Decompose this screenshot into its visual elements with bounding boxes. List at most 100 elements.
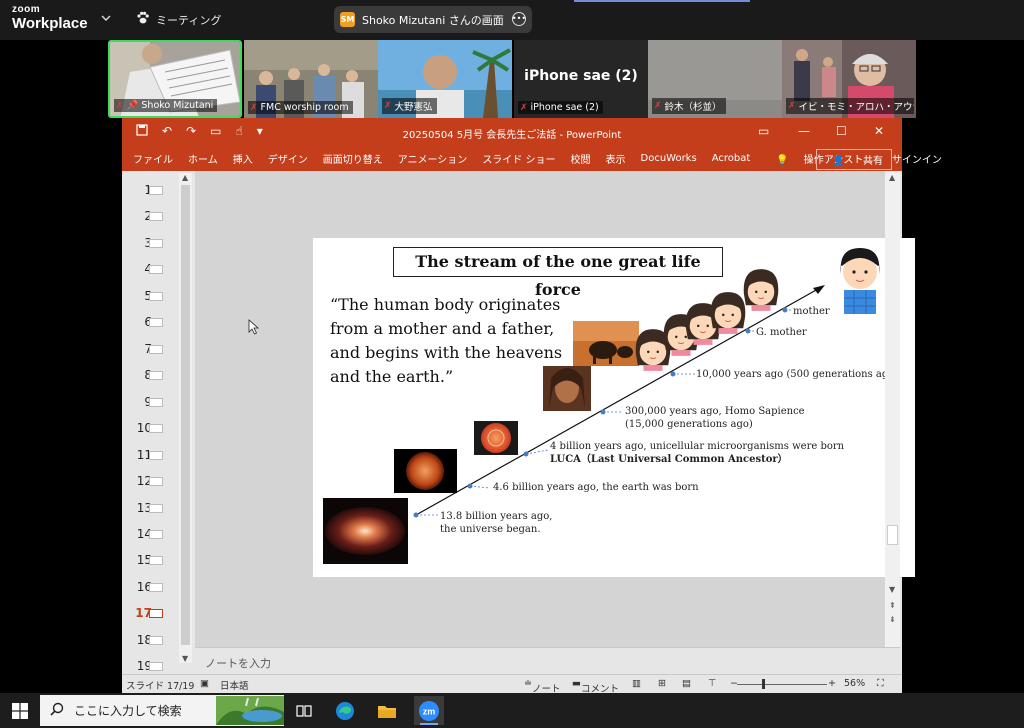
participant-tile[interactable]: ✗ FMC worship room bbox=[244, 40, 378, 118]
language-indicator[interactable]: 日本語 bbox=[220, 678, 249, 692]
slide-thumbnail[interactable]: 7 bbox=[122, 340, 182, 358]
spellcheck-icon[interactable]: ▣ bbox=[200, 678, 209, 689]
windows-start-icon[interactable] bbox=[5, 696, 35, 725]
slide-thumbnail[interactable]: 9 bbox=[122, 393, 182, 411]
scroll-up-icon[interactable]: ▲ bbox=[182, 173, 188, 182]
share-button[interactable]: 👤 共有 bbox=[816, 149, 892, 170]
slide-thumbnail-preview bbox=[149, 398, 163, 407]
timeline-graphic bbox=[323, 243, 888, 564]
scroll-up-icon[interactable]: ▲ bbox=[889, 173, 895, 182]
slide-thumbnail[interactable]: 3 bbox=[122, 234, 182, 252]
slide-sorter-icon[interactable]: ⊞ bbox=[658, 678, 666, 689]
scrollbar-thumb[interactable] bbox=[181, 185, 190, 645]
notes-placeholder: ノートを入力 bbox=[205, 657, 271, 670]
zoom-logo[interactable]: zoom Workplace bbox=[12, 4, 88, 32]
status-bar: スライド 17/19 ▣ 日本語 ≐ ノート ▬ コメント ▥ ⊞ ▤ ⊤ − … bbox=[122, 674, 902, 695]
slide-thumbnail-preview bbox=[149, 504, 163, 513]
zoom-brand-small: zoom bbox=[12, 4, 41, 15]
tab-docuworks[interactable]: DocuWorks bbox=[641, 153, 697, 164]
notes-toggle[interactable]: ≐ ノート bbox=[524, 678, 560, 695]
slide-thumbnail-preview bbox=[149, 609, 163, 618]
slide-thumbnail-preview bbox=[149, 477, 163, 486]
slide-thumbnail[interactable]: 5 bbox=[122, 287, 182, 305]
label-grandmother: G. mother bbox=[756, 327, 807, 338]
slide-thumbnail-preview bbox=[149, 530, 163, 539]
mammoth-image bbox=[573, 321, 639, 366]
tab-slideshow[interactable]: スライド ショー bbox=[482, 151, 555, 166]
participant-tile[interactable]: iPhone sae (2) ✗ iPhone sae (2) bbox=[514, 40, 648, 118]
participant-tile[interactable]: ✗ 鈴木（杉並） bbox=[648, 40, 782, 118]
minimize-button[interactable]: — bbox=[798, 124, 810, 138]
tab-transitions[interactable]: 画面切り替え bbox=[323, 151, 383, 166]
slide-thumbnail[interactable]: 6 bbox=[122, 313, 182, 331]
slide-thumbnail[interactable]: 12 bbox=[122, 472, 182, 490]
screen-share-indicator[interactable]: SM Shoko Mizutani さんの画面 ••• bbox=[334, 6, 532, 33]
child-boy-image bbox=[832, 243, 888, 321]
cell-image bbox=[474, 421, 518, 455]
previous-slide-icon[interactable]: ⇞ bbox=[889, 601, 896, 610]
participant-tile[interactable]: ✗ 大野憲弘 bbox=[378, 40, 512, 118]
tab-acrobat[interactable]: Acrobat bbox=[712, 153, 751, 164]
sign-in-link[interactable]: サインイン bbox=[892, 151, 942, 166]
participant-tile[interactable]: ✗ 📌 Shoko Mizutani bbox=[108, 40, 242, 118]
slide-thumbnail[interactable]: 13 bbox=[122, 499, 182, 517]
normal-view-icon[interactable]: ▥ bbox=[632, 678, 641, 689]
zoom-top-bar: zoom Workplace ミーティング SM Shoko Mizutani … bbox=[0, 0, 1024, 40]
slide-thumbnail[interactable]: 4 bbox=[122, 260, 182, 278]
early-human-image bbox=[543, 366, 591, 411]
tab-view[interactable]: 表示 bbox=[606, 151, 626, 166]
comments-toggle[interactable]: ▬ コメント bbox=[572, 678, 619, 695]
ribbon-display-icon[interactable]: ▭ bbox=[758, 124, 769, 138]
chevron-down-icon[interactable] bbox=[101, 12, 111, 25]
scroll-down-icon[interactable]: ▼ bbox=[889, 585, 895, 594]
slide-thumbnail[interactable]: 19 bbox=[122, 657, 182, 675]
search-highlight-image bbox=[216, 696, 284, 725]
tab-file[interactable]: ファイル bbox=[133, 151, 173, 166]
scroll-down-icon[interactable]: ▼ bbox=[182, 654, 188, 663]
zoom-in-icon[interactable]: + bbox=[828, 678, 836, 689]
slide-thumbnail[interactable]: 10 bbox=[122, 419, 182, 437]
task-view-icon[interactable] bbox=[289, 696, 319, 725]
tab-insert[interactable]: 挿入 bbox=[233, 151, 253, 166]
ribbon-tabs: ファイル ホーム 挿入 デザイン 画面切り替え アニメーション スライド ショー… bbox=[122, 146, 942, 171]
slideshow-icon[interactable]: ⊤ bbox=[708, 678, 716, 689]
sharer-avatar: SM bbox=[340, 12, 355, 27]
slide-thumbnail[interactable]: 8 bbox=[122, 366, 182, 384]
next-slide-icon[interactable]: ⇟ bbox=[889, 615, 896, 624]
participant-name: ✗ iPhone sae (2) bbox=[518, 101, 603, 114]
slide-thumbnail[interactable]: 15 bbox=[122, 551, 182, 569]
tab-design[interactable]: デザイン bbox=[268, 151, 308, 166]
more-options-icon[interactable]: ••• bbox=[512, 12, 526, 26]
edge-browser-icon[interactable] bbox=[330, 696, 360, 725]
fit-to-window-icon[interactable]: ⛶ bbox=[877, 678, 884, 689]
slide-thumbnail[interactable]: 14 bbox=[122, 525, 182, 543]
meeting-button[interactable]: ミーティング bbox=[136, 11, 221, 28]
file-explorer-icon[interactable] bbox=[372, 696, 402, 725]
tab-review[interactable]: 校閲 bbox=[571, 151, 591, 166]
slide-thumbnail[interactable]: 11 bbox=[122, 446, 182, 464]
slide-thumbnail[interactable]: 17 bbox=[122, 604, 182, 622]
zoom-app-icon[interactable]: zm bbox=[414, 696, 444, 725]
participant-tile[interactable]: ✗ イビ・モミ・アロハ・アウナAl... bbox=[782, 40, 916, 118]
thumbnail-scrollbar[interactable]: ▲ ▼ bbox=[179, 173, 192, 663]
slide[interactable]: The stream of the one great life force “… bbox=[313, 238, 915, 577]
canvas-scrollbar[interactable]: ▲ ▼ ⇞ ⇟ bbox=[885, 171, 900, 647]
slide-thumbnail[interactable]: 1 bbox=[122, 181, 182, 199]
scrollbar-thumb[interactable] bbox=[887, 525, 898, 545]
slide-thumbnail[interactable]: 18 bbox=[122, 631, 182, 649]
galaxy-image bbox=[323, 498, 408, 564]
notes-pane[interactable]: ノートを入力 bbox=[195, 647, 900, 674]
close-button[interactable]: ✕ bbox=[874, 124, 884, 138]
zoom-level[interactable]: 56% bbox=[844, 678, 865, 689]
slide-thumbnail-preview bbox=[149, 636, 163, 645]
zoom-slider[interactable] bbox=[737, 684, 827, 685]
tab-home[interactable]: ホーム bbox=[188, 151, 218, 166]
zoom-slider-handle[interactable] bbox=[762, 679, 765, 689]
participant-display-name: iPhone sae (2) bbox=[524, 68, 638, 84]
maximize-button[interactable]: ☐ bbox=[836, 124, 847, 138]
slide-thumbnail[interactable]: 16 bbox=[122, 578, 182, 596]
slide-counter: スライド 17/19 bbox=[126, 681, 195, 692]
reading-view-icon[interactable]: ▤ bbox=[682, 678, 691, 689]
tab-animations[interactable]: アニメーション bbox=[398, 151, 468, 166]
slide-thumbnail[interactable]: 2 bbox=[122, 207, 182, 225]
